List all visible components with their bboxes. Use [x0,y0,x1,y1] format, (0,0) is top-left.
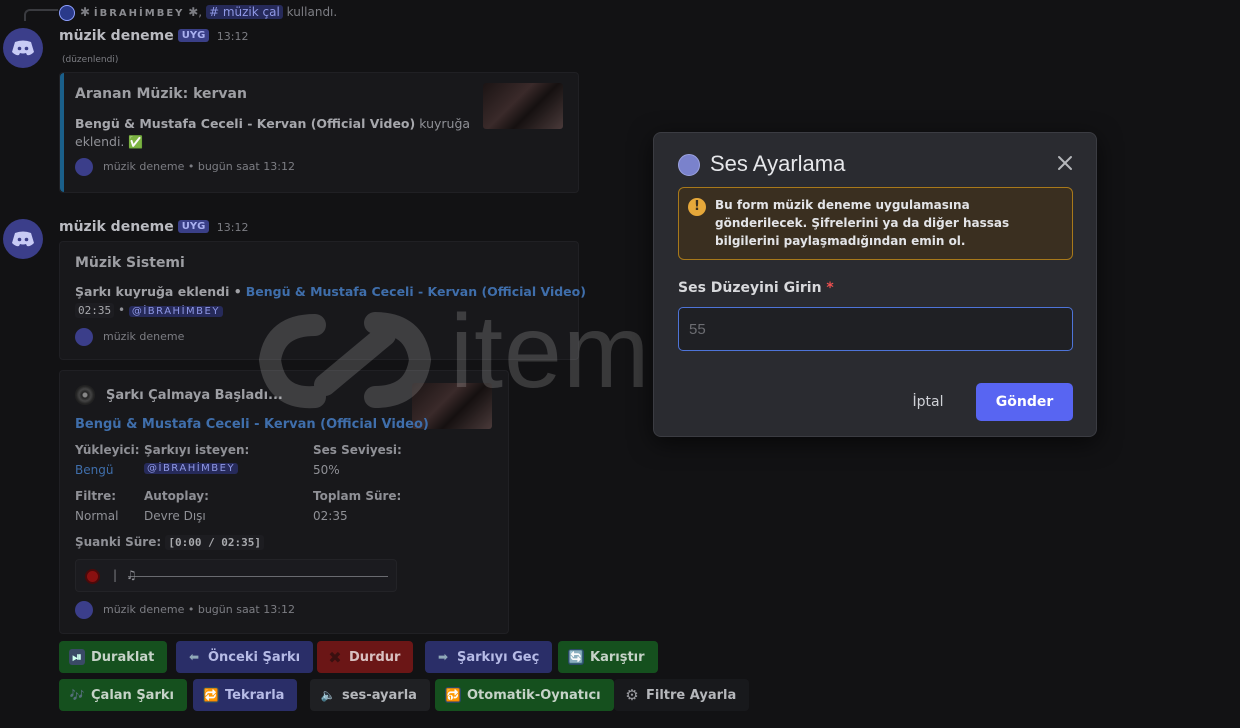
embed-duration-line: 02:35 • @İBRAHİMBEY [75,303,223,318]
progress-separator: | [113,568,118,582]
autoplay-button[interactable]: 🔂 Otomatik-Oynatıcı [435,679,614,711]
previous-song-button[interactable]: ⬅ Önceki Şarkı [176,641,314,673]
gear-icon: ⚙ [625,686,639,704]
embed-footer: müzik deneme • bugün saat 13:12 [103,603,295,616]
volume-modal: Ses Ayarlama ! Bu form müzik deneme uygu… [653,132,1097,437]
command-mention[interactable]: # müzik çal [205,5,283,19]
embed-title: Aranan Müzik: kervan [75,86,247,102]
embed-description: Bengü & Mustafa Ceceli - Kervan (Officia… [75,116,471,149]
current-time-line: Şuanki Süre: [0:00 / 02:35] [75,535,265,550]
close-icon: ✖ [328,647,342,667]
field-autoplay-value: Devre Dışı [144,509,206,523]
timestamp: 13:12 [216,30,249,43]
repeat-icon: 🔁 [203,687,219,703]
song-link[interactable]: Bengü & Mustafa Ceceli - Kervan (Officia… [75,417,429,432]
embed-queue-added: Müzik Sistemi Şarkı kuyruğa eklendi • Be… [59,241,586,360]
author-name[interactable]: müzik deneme [59,219,174,235]
filter-button[interactable]: ⚙ Filtre Ayarla [614,679,750,711]
arrow-right-icon: ➡ [437,650,449,664]
embed-search-result: Aranan Müzik: kervan Bengü & Mustafa Cec… [59,72,579,193]
embed-description: Şarkı kuyruğa eklendi • Bengü & Mustafa … [75,284,586,299]
progress-knob[interactable]: ♫ [126,568,137,582]
field-uploader-name: Yükleyici: [75,443,140,457]
now-playing-button[interactable]: 🎶 Çalan Şarkı [59,679,187,711]
field-filter-value: Normal [75,509,119,523]
discord-icon [12,40,34,56]
warning-icon: ! [688,198,706,216]
warning-notice: ! Bu form müzik deneme uygulamasına gönd… [678,187,1073,260]
discord-icon [12,231,34,247]
cancel-button[interactable]: İptal [902,383,954,421]
arrow-left-icon: ⬅ [188,650,200,664]
embed-footer: müzik deneme [103,330,185,343]
field-volume-name: Ses Seviyesi: [313,443,402,457]
shuffle-icon: 🔄 [568,649,584,665]
pause-button[interactable]: ⏯ Duraklat [59,641,168,673]
author-name[interactable]: müzik deneme [59,28,174,44]
check-icon: ✅ [128,135,144,149]
play-pause-icon: ⏯ [69,649,85,665]
reply-header: ✱ İBRAHİMBEY ✱, # müzik çal kullandı. [80,5,338,19]
bot-avatar[interactable] [3,219,43,259]
embed-accent-bar [60,73,64,192]
embed-footer: müzik deneme • bugün saat 13:12 [103,160,295,173]
app-badge: UYG [177,220,210,233]
reply-user-deco: ✱ [80,5,94,19]
embed-title: Şarkı Çalmaya Başladı... [106,388,283,403]
progress-track [128,576,388,577]
speaker-icon: 🔈 [320,688,336,702]
field-uploader-value[interactable]: Bengü [75,463,113,477]
repeat-one-icon: 🔂 [445,687,461,703]
disc-icon [75,385,95,405]
field-label: Ses Düzeyini Girin * [678,280,834,296]
skip-song-button[interactable]: ➡ Şarkıyı Geç [425,641,553,673]
submit-button[interactable]: Gönder [976,383,1073,421]
app-icon [678,154,700,176]
footer-avatar [75,158,93,176]
current-time-code: [0:00 / 02:35] [165,535,265,550]
volume-button[interactable]: 🔈 ses-ayarla [310,679,430,711]
footer-avatar [75,328,93,346]
shuffle-button[interactable]: 🔄 Karıştır [558,641,658,673]
bot-avatar[interactable] [3,28,43,68]
field-total-value: 02:35 [313,509,348,523]
modal-title: Ses Ayarlama [710,151,846,176]
duration-code: 02:35 [75,303,115,318]
embed-title: Müzik Sistemi [75,255,185,271]
field-autoplay-name: Autoplay: [144,489,209,503]
field-volume-value: 50% [313,463,340,477]
message-header: müzik deneme UYG 13:12 [59,219,248,235]
warning-text: Bu form müzik deneme uygulamasına gönder… [715,198,1010,248]
repeat-button[interactable]: 🔁 Tekrarla [193,679,298,711]
volume-input[interactable] [678,307,1073,351]
reply-verb: kullandı. [286,5,338,19]
user-mention[interactable]: @İBRAHİMBEY [128,306,223,317]
required-mark: * [826,280,834,296]
reply-line [24,9,58,21]
app-badge: UYG [177,29,210,42]
field-total-name: Toplam Süre: [313,489,402,503]
field-requester-value[interactable]: @İBRAHİMBEY [144,463,239,474]
music-notes-icon: 🎶 [69,688,85,702]
field-requester-name: Şarkıyı isteyen: [144,443,250,457]
message-header: müzik deneme UYG 13:12 [59,28,248,44]
timestamp: 13:12 [216,221,249,234]
song-link[interactable]: Bengü & Mustafa Ceceli - Kervan (Officia… [246,284,586,299]
footer-avatar [75,601,93,619]
reply-avatar[interactable] [59,5,75,21]
embed-thumbnail[interactable] [483,83,563,129]
embed-now-playing: Şarkı Çalmaya Başladı... Bengü & Mustafa… [59,370,509,634]
progress-box: | ♫ [75,559,397,592]
edited-label: (düzenlendi) [62,55,119,65]
reply-username[interactable]: İBRAHİMBEY [94,8,185,19]
field-filter-name: Filtre: [75,489,117,503]
reply-user-deco: ✱ [184,5,199,19]
stop-button[interactable]: ✖ Durdur [317,641,414,673]
record-icon [85,569,100,584]
close-icon[interactable] [1053,151,1077,175]
